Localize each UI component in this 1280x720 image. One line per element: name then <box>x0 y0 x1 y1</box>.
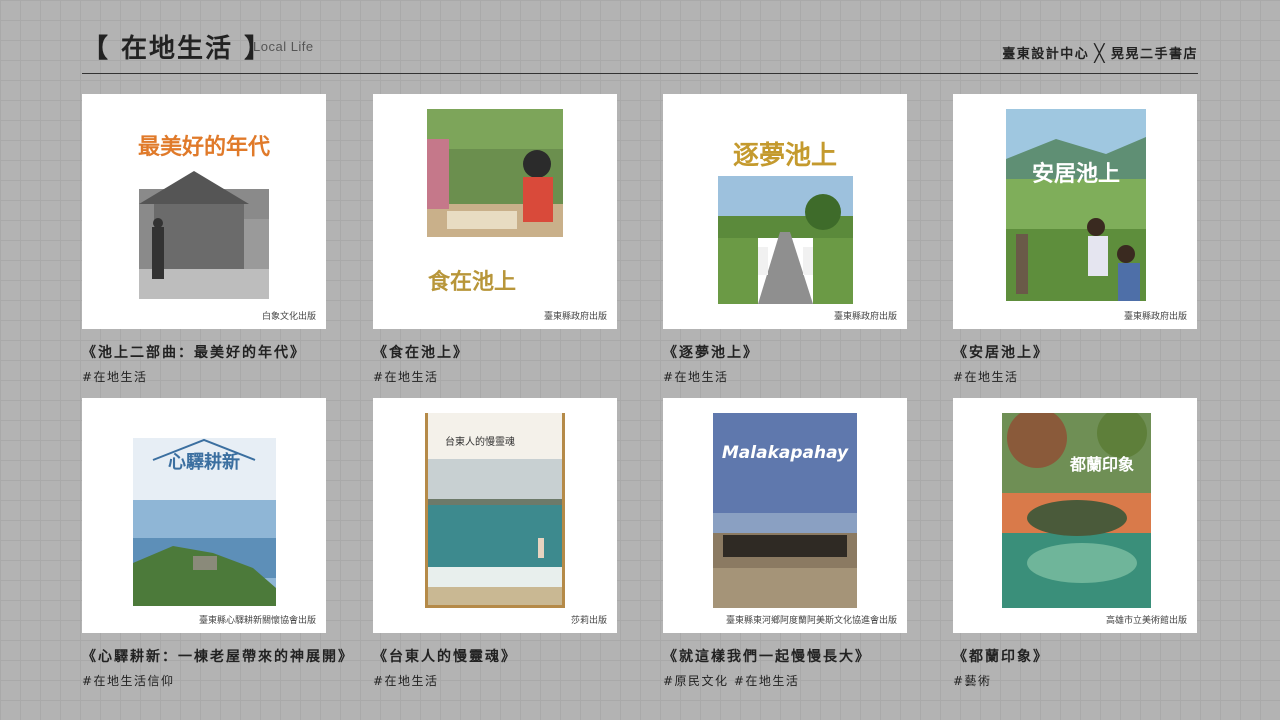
book-card[interactable]: 都蘭印象 高雄市立美術館出版 《都蘭印象》 #藝術 <box>953 398 1197 689</box>
book-card[interactable]: Malakapahay 臺東縣東河鄉阿度蘭阿美斯文化協進會出版 《就這樣我們一起… <box>663 398 907 689</box>
book-title[interactable]: 《台東人的慢靈魂》 <box>373 646 617 666</box>
brand-left: 臺東設計中心 <box>1002 47 1090 62</box>
book-tags[interactable]: #在地生活 <box>663 368 907 385</box>
book-thumbnail[interactable]: Malakapahay 臺東縣東河鄉阿度蘭阿美斯文化協進會出版 <box>663 398 907 633</box>
book-card[interactable]: 最美好的年代 白象文化出版 《池上二部曲：最美好的年代》 #在地生活 <box>82 94 326 385</box>
book-thumbnail[interactable]: 最美好的年代 白象文化出版 <box>82 94 326 329</box>
book-title[interactable]: 《都蘭印象》 <box>953 646 1197 666</box>
family-fields-photo-icon: 安居池上 <box>1006 109 1146 301</box>
book-tags[interactable]: #在地生活 <box>82 368 326 385</box>
publisher-label: 臺東縣東河鄉阿度蘭阿美斯文化協進會出版 <box>725 616 897 626</box>
coast-photo-icon: 心驛耕新 <box>133 438 276 606</box>
publisher-label: 莎莉出版 <box>570 616 607 626</box>
book-title[interactable]: 《就這樣我們一起慢慢長大》 <box>663 646 907 666</box>
cover-title: 逐夢池上 <box>733 141 837 171</box>
page-header: 【 在地生活 】 Local Life 臺東設計中心 ╳ 晃晃二手書店 <box>82 28 1198 74</box>
page-subtitle: Local Life <box>253 39 314 54</box>
book-title[interactable]: 《心驛耕新：一棟老屋帶來的神展開》 <box>82 646 352 666</box>
book-title[interactable]: 《逐夢池上》 <box>663 342 907 362</box>
publisher-label: 臺東縣政府出版 <box>543 312 607 322</box>
dancers-photo-icon: Malakapahay <box>713 413 857 608</box>
brand-right: 晃晃二手書店 <box>1110 47 1198 62</box>
book-title[interactable]: 《池上二部曲：最美好的年代》 <box>82 342 326 362</box>
book-title[interactable]: 《食在池上》 <box>373 342 617 362</box>
book-card[interactable]: 食在池上 臺東縣政府出版 《食在池上》 #在地生活 <box>373 94 617 385</box>
cover-title: 食在池上 <box>428 269 516 295</box>
painting-icon: 都蘭印象 <box>1002 413 1151 608</box>
brand-credit: 臺東設計中心 ╳ 晃晃二手書店 <box>1002 43 1198 64</box>
book-thumbnail[interactable]: 心驛耕新 臺東縣心驛耕新關懷協會出版 <box>82 398 326 633</box>
book-thumbnail[interactable]: 都蘭印象 高雄市立美術館出版 <box>953 398 1197 633</box>
publisher-label: 臺東縣政府出版 <box>1123 312 1187 322</box>
cover-title: 都蘭印象 <box>1069 455 1134 474</box>
book-tags[interactable]: #藝術 <box>953 672 1197 689</box>
cover-title: 台東人的慢靈魂 <box>445 435 515 448</box>
book-thumbnail[interactable]: 台東人的慢靈魂 莎莉出版 <box>373 398 617 633</box>
book-thumbnail[interactable]: 逐夢池上 臺東縣政府出版 <box>663 94 907 329</box>
cyclists-photo-icon: 逐夢池上 <box>718 132 853 304</box>
book-title[interactable]: 《安居池上》 <box>953 342 1197 362</box>
book-tags[interactable]: #在地生活 <box>373 672 617 689</box>
cover-title: 安居池上 <box>1032 161 1120 187</box>
publisher-label: 臺東縣政府出版 <box>833 312 897 322</box>
book-thumbnail[interactable]: 安居池上 臺東縣政府出版 <box>953 94 1197 329</box>
book-card[interactable]: 逐夢池上 臺東縣政府出版 《逐夢池上》 #在地生活 <box>663 94 907 385</box>
cover-title: 心驛耕新 <box>168 451 240 473</box>
old-house-photo-icon: 最美好的年代 <box>134 109 274 304</box>
book-tags[interactable]: #在地生活信仰 <box>82 672 326 689</box>
publisher-label: 高雄市立美術館出版 <box>1105 616 1187 626</box>
cover-title: 最美好的年代 <box>138 134 270 160</box>
book-thumbnail[interactable]: 食在池上 臺東縣政府出版 <box>373 94 617 329</box>
book-card[interactable]: 安居池上 臺東縣政府出版 《安居池上》 #在地生活 <box>953 94 1197 385</box>
picnic-photo-icon: 食在池上 <box>427 109 563 304</box>
publisher-label: 白象文化出版 <box>261 312 316 322</box>
beach-photo-icon: 台東人的慢靈魂 <box>425 413 565 608</box>
book-tags[interactable]: #在地生活 <box>373 368 617 385</box>
book-tags[interactable]: #在地生活 <box>953 368 1197 385</box>
book-tags[interactable]: #原民文化 #在地生活 <box>663 672 907 689</box>
publisher-label: 臺東縣心驛耕新關懷協會出版 <box>198 616 316 626</box>
cover-title: Malakapahay <box>722 443 849 463</box>
page-title: 【 在地生活 】 <box>82 34 273 64</box>
cross-icon: ╳ <box>1094 44 1106 64</box>
book-card[interactable]: 台東人的慢靈魂 莎莉出版 《台東人的慢靈魂》 #在地生活 <box>373 398 617 689</box>
book-card[interactable]: 心驛耕新 臺東縣心驛耕新關懷協會出版 《心驛耕新：一棟老屋帶來的神展開》 #在地… <box>82 398 352 689</box>
